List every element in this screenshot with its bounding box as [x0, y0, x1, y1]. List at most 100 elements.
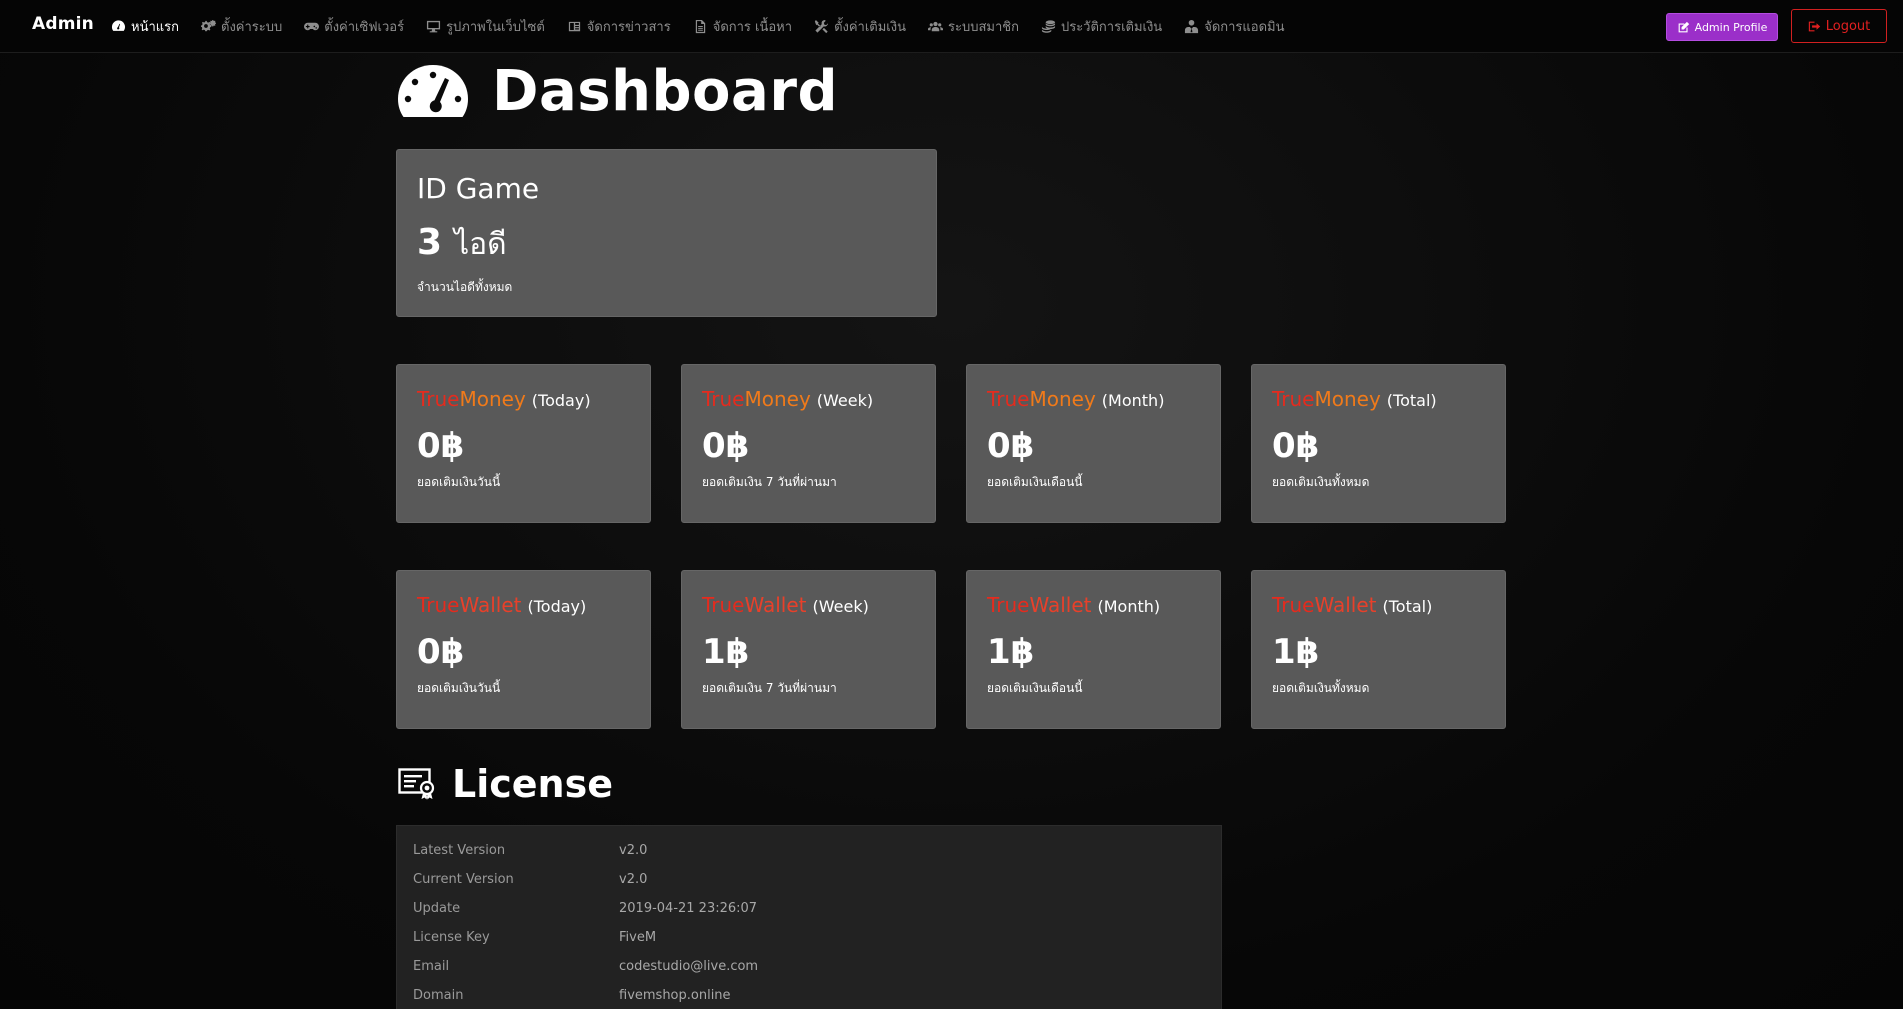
nav-item-topup-history[interactable]: ประวัติการเติมเงิน	[1041, 16, 1162, 37]
brand-money: Money	[1029, 387, 1096, 411]
license-key-label: Domain	[413, 988, 464, 1003]
card-title: TrueMoney (Total)	[1272, 387, 1485, 411]
license-info-table: Latest Version v2.0 Current Version v2.0…	[396, 825, 1222, 1009]
brand-money: Money	[459, 387, 526, 411]
cogs-icon	[201, 19, 216, 32]
admin-profile-label: Admin Profile	[1694, 20, 1768, 34]
license-row-update: Update 2019-04-21 23:26:07	[413, 901, 757, 921]
admin-profile-button[interactable]: Admin Profile	[1666, 13, 1778, 41]
id-game-count-row: 3 ไอดี	[417, 221, 916, 268]
card-title: TrueMoney (Today)	[417, 387, 630, 411]
license-key-label: Email	[413, 959, 450, 974]
id-game-title: ID Game	[417, 172, 540, 205]
license-row-domain: Domain fivemshop.online	[413, 988, 731, 1008]
license-value: v2.0	[619, 843, 648, 858]
brand-logo[interactable]: Admin	[32, 14, 94, 34]
card-value: 0฿	[1272, 426, 1320, 466]
brand-true: True	[702, 593, 745, 617]
truemoney-today-card: TrueMoney (Today) 0฿ ยอดเติมเงินวันนี้	[396, 364, 651, 523]
card-period: (Month)	[1101, 391, 1165, 410]
card-title: TrueWallet (Today)	[417, 593, 630, 617]
license-key-label: Current Version	[413, 872, 514, 887]
nav-item-admins[interactable]: จัดการแอดมิน	[1184, 16, 1285, 37]
coins-icon	[1041, 20, 1056, 33]
nav-item-label: ประวัติการเติมเงิน	[1060, 20, 1163, 35]
dashboard-heading: Dashboard	[492, 59, 839, 124]
brand-true: True	[417, 387, 460, 411]
brand-true: True	[1272, 387, 1315, 411]
id-game-card: ID Game 3 ไอดี จำนวนไอดีทั้งหมด	[396, 149, 937, 317]
nav-item-label: จัดการข่าวสาร	[586, 20, 671, 35]
logout-button[interactable]: Logout	[1791, 9, 1887, 43]
top-navbar: Admin หน้าแรก ตั้งค่าระบบ ตั้งค่าเซิฟเวอ…	[0, 0, 1903, 53]
nav-item-topup-settings[interactable]: ตั้งค่าเติมเงิน	[814, 16, 906, 37]
nav-item-label: ตั้งค่าเติมเงิน	[834, 20, 906, 35]
nav-item-content[interactable]: จัดการ เนื้อหา	[693, 16, 792, 37]
card-value: 0฿	[417, 632, 465, 672]
nav-item-label: รูปภาพในเว็บไซต์	[446, 20, 545, 35]
license-title: License	[452, 762, 613, 806]
desktop-icon	[427, 20, 441, 33]
card-value: 1฿	[702, 632, 750, 672]
license-key-label: License Key	[413, 930, 490, 945]
nav-item-server-settings[interactable]: ตั้งค่าเซิฟเวอร์	[304, 16, 404, 37]
nav-item-label: ตั้งค่าเซิฟเวอร์	[324, 20, 405, 35]
truemoney-week-card: TrueMoney (Week) 0฿ ยอดเติมเงิน 7 วันที่ผ…	[681, 364, 936, 523]
truewallet-today-card: TrueWallet (Today) 0฿ ยอดเติมเงินวันนี้	[396, 570, 651, 729]
brand-wallet: Wallet	[459, 593, 522, 617]
brand-true: True	[417, 593, 460, 617]
card-title: TrueMoney (Week)	[702, 387, 915, 411]
truemoney-total-card: TrueMoney (Total) 0฿ ยอดเติมเงินทั้งหมด	[1251, 364, 1506, 523]
user-tie-icon	[1185, 19, 1199, 34]
card-period: (Week)	[816, 391, 874, 410]
card-period: (Week)	[812, 597, 869, 616]
sign-out-icon	[1808, 21, 1820, 31]
brand-wallet: Wallet	[1314, 593, 1377, 617]
card-period: (Today)	[531, 391, 591, 410]
nav-item-home[interactable]: หน้าแรก	[111, 16, 179, 37]
nav-item-label: ตั้งค่าระบบ	[221, 20, 283, 35]
brand-money: Money	[744, 387, 811, 411]
truewallet-week-card: TrueWallet (Week) 1฿ ยอดเติมเงิน 7 วันที่…	[681, 570, 936, 729]
license-row-current-version: Current Version v2.0	[413, 872, 647, 892]
license-value: v2.0	[619, 872, 648, 887]
card-desc: ยอดเติมเงินวันนี้	[417, 681, 501, 695]
id-game-desc: จำนวนไอดีทั้งหมด	[417, 280, 513, 294]
license-value: codestudio@live.com	[619, 959, 759, 974]
brand-true: True	[1272, 593, 1315, 617]
card-desc: ยอดเติมเงินทั้งหมด	[1272, 475, 1370, 489]
tools-icon	[814, 19, 829, 34]
tachometer-icon	[398, 65, 468, 117]
card-title: TrueWallet (Week)	[702, 593, 915, 617]
license-key-label: Latest Version	[413, 843, 506, 858]
certificate-icon	[398, 768, 435, 800]
nav-item-news[interactable]: จัดการข่าวสาร	[567, 16, 671, 37]
card-period: (Total)	[1382, 597, 1433, 616]
card-period: (Total)	[1386, 391, 1437, 410]
nav-item-label: หน้าแรก	[131, 20, 179, 35]
brand-wallet: Wallet	[1029, 593, 1092, 617]
card-desc: ยอดเติมเงินทั้งหมด	[1272, 681, 1370, 695]
card-value: 1฿	[1272, 632, 1320, 672]
nav-item-system-settings[interactable]: ตั้งค่าระบบ	[201, 16, 282, 37]
license-value: fivemshop.online	[619, 988, 731, 1003]
brand-true: True	[987, 387, 1030, 411]
gamepad-icon	[304, 22, 320, 31]
nav-item-members[interactable]: ระบบสมาชิก	[927, 16, 1019, 37]
license-row-latest-version: Latest Version v2.0	[413, 843, 647, 863]
card-period: (Today)	[527, 597, 587, 616]
truewallet-month-card: TrueWallet (Month) 1฿ ยอดเติมเงินเดือนนี้	[966, 570, 1221, 729]
logout-label: Logout	[1825, 18, 1871, 34]
card-value: 1฿	[987, 632, 1035, 672]
card-desc: ยอดเติมเงิน 7 วันที่ผ่านมา	[702, 681, 837, 695]
license-row-license-key: License Key FiveM	[413, 930, 656, 950]
truemoney-month-card: TrueMoney (Month) 0฿ ยอดเติมเงินเดือนนี้	[966, 364, 1221, 523]
card-title: TrueMoney (Month)	[987, 387, 1200, 411]
edit-icon	[1678, 21, 1689, 32]
card-desc: ยอดเติมเงินเดือนนี้	[987, 681, 1083, 695]
card-period: (Month)	[1097, 597, 1161, 616]
nav-item-website-images[interactable]: รูปภาพในเว็บไซต์	[426, 16, 545, 37]
nav-item-label: ระบบสมาชิก	[947, 20, 1019, 35]
newspaper-icon	[568, 21, 580, 32]
nav-item-label: จัดการ เนื้อหา	[712, 20, 793, 35]
